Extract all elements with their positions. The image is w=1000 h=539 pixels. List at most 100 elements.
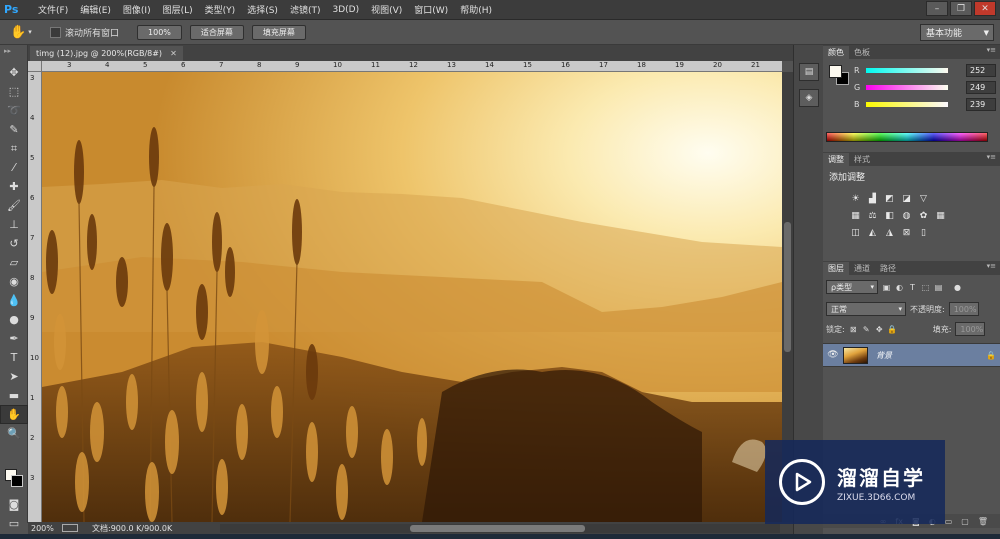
panel-menu-icon[interactable]: ▾≡ — [987, 46, 996, 54]
pen-tool-icon[interactable]: ✒ — [0, 329, 28, 348]
background-color-swatch[interactable] — [11, 475, 23, 487]
color-lookup-icon[interactable]: ▦ — [934, 210, 947, 221]
pixel-filter-icon[interactable]: ▣ — [882, 283, 891, 292]
type-filter-icon[interactable]: T — [908, 283, 917, 292]
quick-select-tool-icon[interactable]: ✎ — [0, 120, 28, 139]
opacity-input[interactable]: 100% — [948, 302, 979, 316]
menu-3d[interactable]: 3D(D) — [326, 5, 365, 15]
delete-layer-icon[interactable]: 🗑 — [978, 517, 988, 526]
color-spectrum-bar[interactable] — [826, 132, 988, 142]
marquee-tool-icon[interactable]: ⬚ — [0, 82, 28, 101]
vibrance-icon[interactable]: ▽ — [917, 193, 930, 204]
hand-tool-preset-icon[interactable]: ✋ ▾ — [10, 22, 40, 42]
menu-edit[interactable]: 编辑(E) — [74, 3, 117, 16]
paint-bucket-tool-icon[interactable]: ◉ — [0, 272, 28, 291]
hand-tool-icon[interactable]: ✋ — [0, 405, 28, 424]
layer-name[interactable]: 背景 — [876, 350, 986, 361]
curves-icon[interactable]: ◩ — [883, 193, 896, 204]
history-brush-tool-icon[interactable]: ↺ — [0, 234, 28, 253]
brightness-contrast-icon[interactable]: ☀ — [849, 193, 862, 204]
menu-select[interactable]: 选择(S) — [241, 3, 284, 16]
menu-file[interactable]: 文件(F) — [32, 3, 74, 16]
horizontal-ruler[interactable]: 3 4 5 6 7 8 9 10 11 12 13 14 15 16 17 18 19 20 21 — [42, 61, 782, 72]
panel-menu-icon[interactable]: ▾≡ — [987, 153, 996, 161]
filter-toggle-icon[interactable]: ● — [953, 283, 962, 292]
channel-mixer-icon[interactable]: ✿ — [917, 210, 930, 221]
healing-brush-tool-icon[interactable]: ✚ — [0, 177, 28, 196]
new-layer-icon[interactable]: ▢ — [961, 517, 969, 526]
fit-screen-button[interactable]: 适合屏幕 — [189, 24, 244, 40]
tab-swatches[interactable]: 色板 — [849, 46, 875, 59]
restore-button[interactable]: ❐ — [950, 1, 972, 16]
vertical-ruler[interactable]: 3 4 5 6 7 8 9 10 1 2 3 — [28, 72, 42, 522]
toolbar-grip[interactable]: ▸▸ — [0, 45, 27, 63]
zoom-level[interactable]: 200% — [28, 524, 62, 533]
brush-tool-icon[interactable]: 🖌 — [0, 196, 28, 215]
layer-kind-filter[interactable]: ρ类型 ▾ — [826, 280, 878, 294]
tab-styles[interactable]: 样式 — [849, 153, 875, 166]
panel-menu-icon[interactable]: ▾≡ — [987, 262, 996, 270]
lock-all-icon[interactable]: 🔒 — [887, 325, 897, 334]
lasso-tool-icon[interactable]: ➰ — [0, 101, 28, 120]
ruler-origin[interactable] — [28, 61, 42, 72]
horizontal-scrollbar[interactable] — [220, 524, 780, 533]
lock-transparent-icon[interactable]: ⊠ — [849, 325, 858, 334]
blend-mode-select[interactable]: 正常 ▾ — [826, 302, 906, 316]
color-balance-icon[interactable]: ⚖ — [866, 210, 879, 221]
shape-filter-icon[interactable]: ⬚ — [921, 283, 930, 292]
selective-color-icon[interactable]: ▯ — [917, 227, 930, 238]
photo-filter-icon[interactable]: ◍ — [900, 210, 913, 221]
close-button[interactable]: ✕ — [974, 1, 996, 16]
threshold-icon[interactable]: ◮ — [883, 227, 896, 238]
blue-value-input[interactable]: 239 — [966, 97, 996, 111]
tab-color[interactable]: 颜色 — [823, 46, 849, 59]
horizontal-scroll-thumb[interactable] — [410, 525, 585, 532]
green-value-input[interactable]: 249 — [966, 80, 996, 94]
layer-row-background[interactable]: 👁 背景 🔒 — [823, 343, 1000, 367]
type-tool-icon[interactable]: T — [0, 348, 28, 367]
fill-input[interactable]: 100% — [955, 322, 986, 336]
crop-tool-icon[interactable]: ⌗ — [0, 139, 28, 158]
status-info-icon[interactable] — [62, 524, 78, 532]
gradient-map-icon[interactable]: ⊠ — [900, 227, 913, 238]
hue-saturation-icon[interactable]: ▦ — [849, 210, 862, 221]
lock-pixels-icon[interactable]: ✎ — [862, 325, 871, 334]
menu-help[interactable]: 帮助(H) — [454, 3, 498, 16]
menu-filter[interactable]: 滤镜(T) — [284, 3, 327, 16]
menu-image[interactable]: 图像(I) — [117, 3, 157, 16]
red-slider[interactable] — [866, 67, 948, 73]
quick-mask-icon[interactable]: ◙ — [0, 495, 28, 514]
red-value-input[interactable]: 252 — [966, 63, 996, 77]
zoom-100-button[interactable]: 100% — [137, 24, 182, 40]
eye-icon[interactable]: 👁 — [823, 350, 843, 360]
document-tab[interactable]: timg (12).jpg @ 200%(RGB/8#) ✕ — [30, 46, 183, 61]
new-group-icon[interactable]: ▭ — [945, 517, 953, 526]
blur-tool-icon[interactable]: 💧 — [0, 291, 28, 310]
lock-icon[interactable]: 🔒 — [986, 351, 1000, 360]
tab-adjustments[interactable]: 调整 — [823, 153, 849, 166]
close-tab-icon[interactable]: ✕ — [170, 49, 177, 58]
properties-panel-icon[interactable]: ◈ — [799, 89, 819, 107]
tab-channels[interactable]: 通道 — [849, 262, 875, 275]
black-white-icon[interactable]: ◧ — [883, 210, 896, 221]
invert-icon[interactable]: ◫ — [849, 227, 862, 238]
menu-type[interactable]: 类型(Y) — [199, 3, 242, 16]
eyedropper-tool-icon[interactable]: ⁄ — [0, 158, 28, 177]
workspace-select[interactable]: 基本功能 ▼ — [920, 24, 994, 41]
clone-stamp-tool-icon[interactable]: ⊥ — [0, 215, 28, 234]
menu-layer[interactable]: 图层(L) — [157, 3, 199, 16]
menu-window[interactable]: 窗口(W) — [408, 3, 454, 16]
tab-layers[interactable]: 图层 — [823, 262, 849, 275]
move-tool-icon[interactable]: ✥ — [0, 63, 28, 82]
menu-view[interactable]: 视图(V) — [365, 3, 408, 16]
vertical-scroll-thumb[interactable] — [784, 222, 791, 352]
levels-icon[interactable]: ▟ — [866, 193, 879, 204]
green-slider[interactable] — [866, 84, 948, 90]
document-canvas[interactable] — [42, 72, 782, 522]
posterize-icon[interactable]: ◭ — [866, 227, 879, 238]
zoom-tool-icon[interactable]: 🔍 — [0, 424, 28, 443]
eraser-tool-icon[interactable]: ▱ — [0, 253, 28, 272]
color-panel-foreground-swatch[interactable] — [829, 65, 842, 78]
tab-paths[interactable]: 路径 — [875, 262, 901, 275]
rectangle-tool-icon[interactable]: ▬ — [0, 386, 28, 405]
